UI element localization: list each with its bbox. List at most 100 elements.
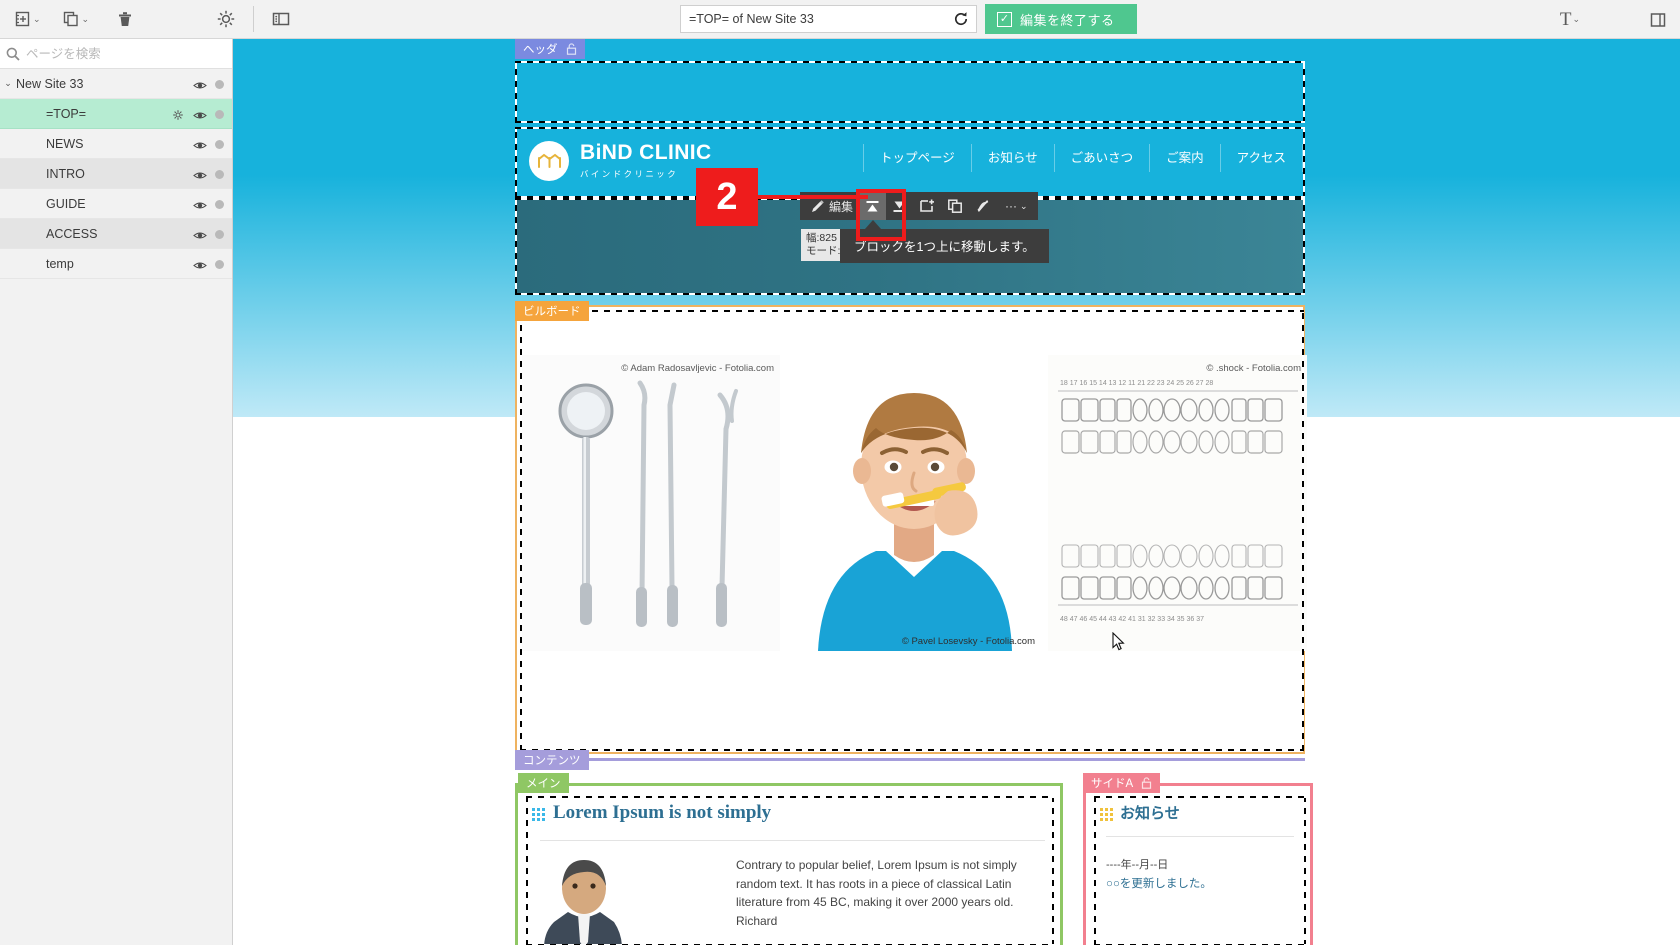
sidebar-item-label: INTRO <box>46 166 85 181</box>
top-toolbar: ⌄ ⌄ =TOP= of New Site 33 ✓ 編集を終了する T ⌄ <box>0 0 1680 39</box>
chip-contents-label: コンテンツ <box>523 755 581 767</box>
page-search-row[interactable] <box>0 39 232 69</box>
sidebar-item-guide[interactable]: GUIDE <box>0 189 232 219</box>
sidebar-item-top[interactable]: =TOP= <box>0 99 232 129</box>
visibility-eye-icon[interactable] <box>193 168 207 181</box>
unlock-icon[interactable] <box>566 43 577 55</box>
callout-marker-2: 2 <box>696 168 758 226</box>
visibility-eye-icon[interactable] <box>193 228 207 241</box>
main-column[interactable]: Lorem Ipsum is not simply Contrary to po… <box>515 783 1063 945</box>
status-dot[interactable] <box>215 259 224 269</box>
status-dot[interactable] <box>215 79 224 89</box>
drag-handle-dots-icon[interactable] <box>1100 808 1113 821</box>
toolbar-far-right-group <box>1642 0 1674 39</box>
hide-block-button[interactable] <box>969 192 997 220</box>
sidebar-item-temp[interactable]: temp <box>0 249 232 279</box>
status-dot[interactable] <box>215 169 224 179</box>
page-tree: ⌄ New Site 33 =TOP= NEWS INTRO GUIDE ACCESS tem… <box>0 69 232 279</box>
sidebar-item-new-site-33[interactable]: ⌄ New Site 33 <box>0 69 232 99</box>
search-input[interactable] <box>26 46 216 61</box>
visibility-eye-icon[interactable] <box>193 78 207 91</box>
text-type-icon: T <box>1559 9 1572 30</box>
side-heading-row: お知らせ <box>1100 802 1180 823</box>
main-heading-rule <box>540 840 1045 841</box>
sidebar-item-intro[interactable]: INTRO <box>0 159 232 189</box>
checkbox-icon: ✓ <box>997 11 1012 27</box>
side-heading-rule <box>1106 836 1294 837</box>
chevron-down-icon[interactable]: ⌄ <box>0 78 16 89</box>
page-url-text: =TOP= of New Site 33 <box>689 12 814 26</box>
billboard-slide-boy[interactable]: © Pavel Losevsky - Fotolia.com <box>790 355 1039 651</box>
site-nav-item-3[interactable]: ご案内 <box>1149 144 1220 172</box>
preview-panel-button[interactable] <box>1642 0 1674 39</box>
row-icon-group <box>193 129 224 159</box>
site-nav-item-0[interactable]: トップページ <box>863 144 971 172</box>
billboard-slide-chart[interactable]: © .shock - Fotolia.com 18 17 16 15 14 13… <box>1048 355 1307 651</box>
chevron-down-icon: ⌄ <box>1020 200 1028 211</box>
sidebar-item-news[interactable]: NEWS <box>0 129 232 159</box>
duplicate-page-icon <box>63 11 78 27</box>
status-dot[interactable] <box>215 139 224 149</box>
delete-page-button[interactable] <box>109 0 141 39</box>
row-icon-group <box>193 159 224 189</box>
gear-icon[interactable] <box>172 108 184 120</box>
chip-billboard[interactable]: ビルボード <box>515 301 589 321</box>
more-options-button[interactable]: ··· ⌄ <box>997 192 1034 220</box>
finish-editing-label: 編集を終了する <box>1020 12 1115 28</box>
main-paragraph: Contrary to popular belief, Lorem Ipsum … <box>736 858 1017 928</box>
visibility-eye-icon[interactable] <box>193 138 207 151</box>
svg-text:48 47 46 45 44 43 42 41 31 32: 48 47 46 45 44 43 42 41 31 32 33 34 35 3… <box>1060 616 1204 623</box>
search-icon <box>0 46 26 62</box>
drag-handle-dots-icon[interactable] <box>532 808 545 821</box>
toggle-sidebar-button[interactable] <box>264 0 298 39</box>
duplicate-page-button[interactable]: ⌄ <box>55 0 96 39</box>
visibility-eye-icon[interactable] <box>193 258 207 271</box>
billboard-section[interactable]: © Adam Radosavljevic - Fotolia.com © Pav… <box>515 305 1307 754</box>
visibility-eye-icon[interactable] <box>193 198 207 211</box>
callout-connector-line <box>758 195 868 199</box>
site-nav-item-2[interactable]: ごあいさつ <box>1053 144 1150 172</box>
billboard-slideshow[interactable]: © Adam Radosavljevic - Fotolia.com © Pav… <box>522 355 1307 651</box>
editor-canvas[interactable]: ヘッダ BiND CLINIC バインドクリニック トップページ お知らせ ごあ… <box>233 39 1680 945</box>
sidebar-item-label: =TOP= <box>46 106 87 121</box>
chevron-down-icon: ⌄ <box>1572 14 1580 24</box>
finish-editing-button[interactable]: ✓ 編集を終了する <box>985 4 1137 34</box>
side-a-column[interactable]: お知らせ ----年--月--日 ○○を更新しました。 <box>1083 783 1313 945</box>
add-block-button[interactable] <box>913 192 941 220</box>
toolbar-divider <box>253 6 255 32</box>
chip-main[interactable]: メイン <box>518 773 569 793</box>
copy-block-button[interactable] <box>941 192 969 220</box>
chip-header-label: ヘッダ <box>523 44 558 56</box>
header-logo-nav-block[interactable]: BiND CLINIC バインドクリニック トップページ お知らせ ごあいさつ ご案内… <box>515 127 1305 198</box>
dental-tools-photo <box>522 355 780 651</box>
chip-header[interactable]: ヘッダ <box>515 39 585 59</box>
tooltip-text: ブロックを1つ上に移動します。 <box>854 240 1035 254</box>
content-section: メイン Lorem Ipsum is not simply Contrary t… <box>515 758 1313 945</box>
chip-billboard-label: ビルボード <box>523 306 581 318</box>
billboard-credit-1: © Adam Radosavljevic - Fotolia.com <box>621 363 774 374</box>
reload-button[interactable] <box>946 10 976 28</box>
site-nav-item-1[interactable]: お知らせ <box>970 144 1054 172</box>
billboard-slide-tools[interactable]: © Adam Radosavljevic - Fotolia.com <box>522 355 780 651</box>
toolbar-right-group: T ⌄ <box>1556 0 1584 39</box>
settings-button[interactable] <box>209 0 243 39</box>
site-logo[interactable]: BiND CLINIC バインドクリニック <box>529 141 712 181</box>
sidebar-item-label: temp <box>46 256 74 271</box>
chip-sideA[interactable]: サイドA <box>1083 773 1161 793</box>
unlock-icon[interactable] <box>1141 777 1152 789</box>
sidebar-item-access[interactable]: ACCESS <box>0 219 232 249</box>
trash-icon <box>119 12 132 26</box>
status-dot[interactable] <box>215 199 224 209</box>
add-page-button[interactable]: ⌄ <box>6 0 47 39</box>
pencil-icon <box>812 199 824 212</box>
status-dot[interactable] <box>215 229 224 239</box>
site-logo-subtitle: バインドクリニック <box>580 168 679 179</box>
news-text[interactable]: ○○を更新しました。 <box>1106 875 1212 891</box>
add-page-icon <box>15 11 30 27</box>
status-dot[interactable] <box>215 109 224 119</box>
chip-contents[interactable]: コンテンツ <box>515 750 589 770</box>
page-url-bar[interactable]: =TOP= of New Site 33 <box>680 5 977 33</box>
visibility-eye-icon[interactable] <box>193 108 207 121</box>
site-nav-item-4[interactable]: アクセス <box>1219 144 1303 172</box>
text-type-button[interactable]: T ⌄ <box>1556 10 1584 29</box>
